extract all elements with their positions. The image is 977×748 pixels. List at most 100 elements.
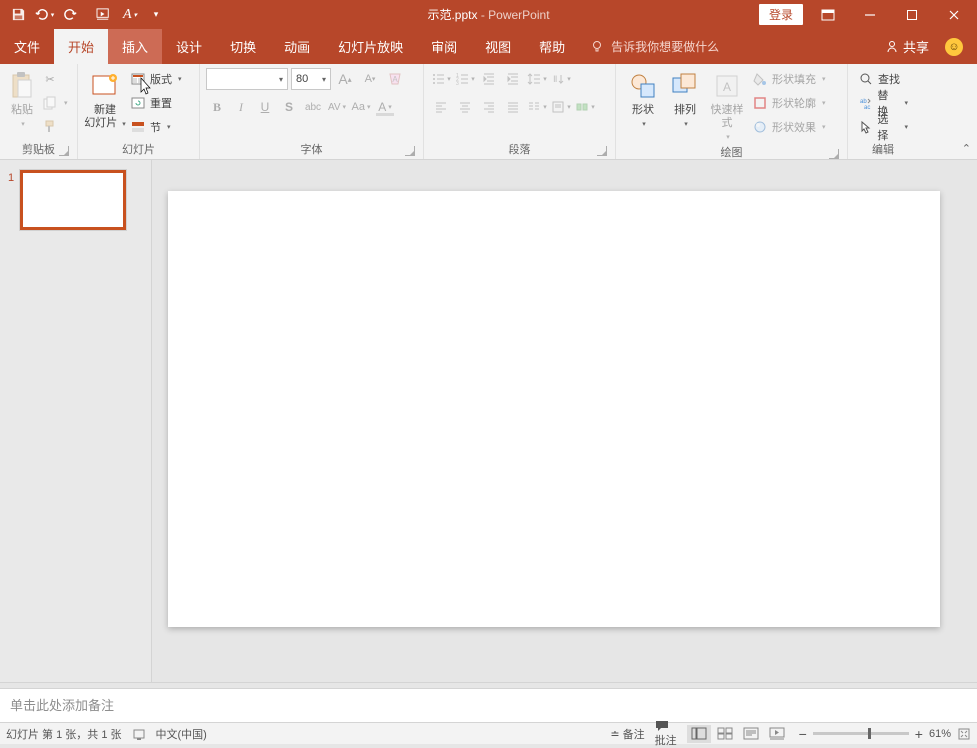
tab-file[interactable]: 文件 [0, 29, 54, 64]
fit-to-window-icon[interactable] [957, 727, 971, 741]
comments-toggle[interactable]: 批注 [655, 720, 677, 748]
font-color-icon[interactable]: A▾ [374, 96, 396, 118]
bulb-icon [591, 40, 605, 54]
decrease-indent-icon[interactable] [478, 68, 500, 90]
start-from-beginning-icon[interactable] [92, 3, 116, 27]
clear-formatting-icon[interactable]: A [384, 68, 406, 90]
font-size-combo[interactable]: 80▾ [291, 68, 331, 90]
new-slide-button[interactable]: 新建 幻灯片 ▾ [84, 68, 126, 131]
justify-icon[interactable] [502, 96, 524, 118]
feedback-smiley-icon[interactable]: ☺ [945, 38, 963, 56]
character-spacing-icon[interactable]: AV▾ [326, 96, 348, 118]
font-launcher[interactable] [405, 146, 415, 156]
save-icon[interactable] [6, 3, 30, 27]
tab-view[interactable]: 视图 [471, 29, 525, 64]
copy-icon [42, 95, 58, 111]
italic-icon[interactable]: I [230, 96, 252, 118]
shadow-icon[interactable]: S [278, 96, 300, 118]
undo-icon[interactable]: ▾ [32, 3, 56, 27]
smartart-icon[interactable]: ▾ [574, 96, 596, 118]
shapes-button[interactable]: 形状▾ [622, 68, 664, 131]
title-bar: ▾ A▾ ▾ 示范.pptx - PowerPoint 登录 [0, 0, 977, 29]
layout-button[interactable]: 版式▾ [126, 68, 186, 90]
slide-thumbnail[interactable] [20, 170, 126, 230]
tab-design[interactable]: 设计 [162, 29, 216, 64]
tab-help[interactable]: 帮助 [525, 29, 579, 64]
change-case-icon[interactable]: Aa▾ [350, 96, 372, 118]
svg-text:3: 3 [456, 81, 459, 86]
align-text-icon[interactable]: ▾ [550, 96, 572, 118]
cut-button[interactable]: ✂ [38, 68, 72, 90]
align-right-icon[interactable] [478, 96, 500, 118]
tab-animations[interactable]: 动画 [270, 29, 324, 64]
copy-button[interactable]: ▾ [38, 92, 72, 114]
paragraph-launcher[interactable] [597, 146, 607, 156]
tab-review[interactable]: 审阅 [417, 29, 471, 64]
decrease-font-icon[interactable]: A▾ [359, 68, 381, 90]
reading-view-icon[interactable] [739, 725, 763, 743]
close-icon[interactable] [937, 3, 971, 27]
columns-icon[interactable]: ▾ [526, 96, 548, 118]
tab-transitions[interactable]: 切换 [216, 29, 270, 64]
collapse-ribbon-icon[interactable]: ⌃ [962, 142, 971, 155]
app-name: PowerPoint [488, 8, 549, 22]
slide-sorter-view-icon[interactable] [713, 725, 737, 743]
align-center-icon[interactable] [454, 96, 476, 118]
redo-icon[interactable] [58, 3, 82, 27]
shape-outline-button[interactable]: 形状轮廓▾ [748, 92, 830, 114]
scissors-icon: ✂ [42, 71, 58, 87]
line-spacing-icon[interactable]: ▾ [526, 68, 548, 90]
bullets-icon[interactable]: ▾ [430, 68, 452, 90]
tab-insert[interactable]: 插入 [108, 29, 162, 64]
slide-count[interactable]: 幻灯片 第 1 张，共 1 张 [6, 726, 122, 742]
align-left-icon[interactable] [430, 96, 452, 118]
thumbnail-item[interactable]: 1 [8, 170, 143, 230]
text-direction-icon[interactable]: Ⅱ▾ [550, 68, 572, 90]
increase-indent-icon[interactable] [502, 68, 524, 90]
slideshow-view-icon[interactable] [765, 725, 789, 743]
ribbon-display-options-icon[interactable] [811, 3, 845, 27]
slide-editor[interactable] [152, 160, 977, 682]
drawing-launcher[interactable] [829, 149, 839, 159]
font-family-combo[interactable]: ▾ [206, 68, 288, 90]
shape-fill-button[interactable]: 形状填充▾ [748, 68, 830, 90]
group-editing: 查找 abac替换▾ 选择▾ 编辑 [848, 64, 918, 159]
increase-font-icon[interactable]: A▴ [334, 68, 356, 90]
qat-customize-icon[interactable]: ▾ [144, 3, 168, 27]
numbering-icon[interactable]: 123▾ [454, 68, 476, 90]
zoom-out-icon[interactable]: − [799, 726, 807, 742]
status-bar: 幻灯片 第 1 张，共 1 张 中文(中国) ≐ 备注 批注 − + 61% [0, 722, 977, 744]
zoom-in-icon[interactable]: + [915, 726, 923, 742]
slide-thumbnails-pane[interactable]: 1 [0, 160, 152, 682]
notes-toggle[interactable]: ≐ 备注 [610, 726, 644, 742]
select-button[interactable]: 选择▾ [854, 116, 912, 138]
paste-button[interactable]: 粘贴▾ [6, 68, 38, 131]
login-button[interactable]: 登录 [759, 4, 803, 25]
tab-home[interactable]: 开始 [54, 29, 108, 64]
strikethrough-icon[interactable]: abc [302, 96, 324, 118]
maximize-icon[interactable] [895, 3, 929, 27]
normal-view-icon[interactable] [687, 725, 711, 743]
tab-slideshow[interactable]: 幻灯片放映 [324, 29, 417, 64]
replace-icon: abac [858, 95, 873, 111]
section-button[interactable]: 节▾ [126, 116, 186, 138]
accessibility-icon[interactable] [132, 727, 146, 741]
notes-pane[interactable]: 单击此处添加备注 [0, 688, 977, 722]
underline-icon[interactable]: U [254, 96, 276, 118]
share-button[interactable]: 共享 [885, 37, 929, 56]
format-painter-button[interactable] [38, 116, 72, 138]
zoom-slider[interactable] [813, 732, 909, 735]
bold-icon[interactable]: B [206, 96, 228, 118]
tell-me-search[interactable]: 告诉我你想要做什么 [591, 29, 719, 64]
arrange-button[interactable]: 排列▾ [664, 68, 706, 131]
quick-access-toolbar: ▾ A▾ ▾ [0, 3, 168, 27]
shape-effects-button[interactable]: 形状效果▾ [748, 116, 830, 138]
reset-button[interactable]: 重置 [126, 92, 186, 114]
touch-mode-icon[interactable]: A▾ [118, 3, 142, 27]
ribbon: 粘贴▾ ✂ ▾ 剪贴板 新建 幻灯片 ▾ 版式▾ 重置 节▾ 幻灯片 [0, 64, 977, 160]
language[interactable]: 中文(中国) [156, 726, 207, 742]
minimize-icon[interactable] [853, 3, 887, 27]
clipboard-launcher[interactable] [59, 146, 69, 156]
slide-canvas[interactable] [168, 191, 940, 627]
quick-styles-button[interactable]: A 快速样式▾ [706, 68, 748, 144]
